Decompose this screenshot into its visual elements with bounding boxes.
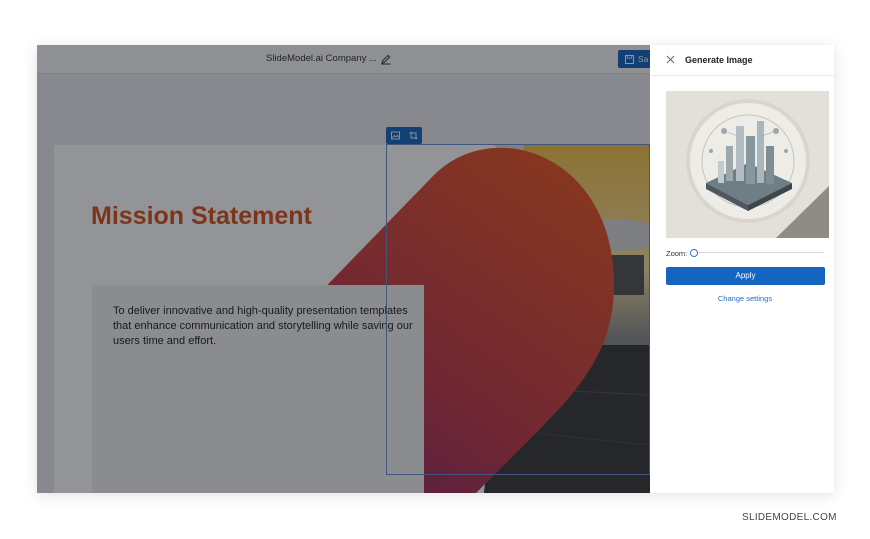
zoom-slider-track[interactable] bbox=[694, 252, 824, 253]
watermark: SLIDEMODEL.COM bbox=[742, 512, 837, 523]
change-settings-link[interactable]: Change settings bbox=[650, 294, 834, 303]
city-illustration bbox=[666, 91, 829, 238]
app-window: SlideModel.ai Company ... Sa Mission Sta… bbox=[37, 45, 834, 493]
slide-editor: SlideModel.ai Company ... Sa Mission Sta… bbox=[37, 45, 650, 493]
generate-image-panel: Generate Image Zoom: Apply Change settin… bbox=[650, 45, 834, 493]
panel-title: Generate Image bbox=[685, 55, 753, 65]
panel-header: Generate Image bbox=[650, 45, 834, 76]
zoom-label: Zoom: bbox=[666, 249, 688, 258]
modal-overlay bbox=[37, 45, 650, 493]
zoom-slider-thumb[interactable] bbox=[690, 249, 698, 257]
generated-image-preview[interactable] bbox=[666, 91, 829, 238]
apply-button[interactable]: Apply bbox=[666, 267, 825, 285]
close-icon[interactable] bbox=[666, 55, 675, 64]
